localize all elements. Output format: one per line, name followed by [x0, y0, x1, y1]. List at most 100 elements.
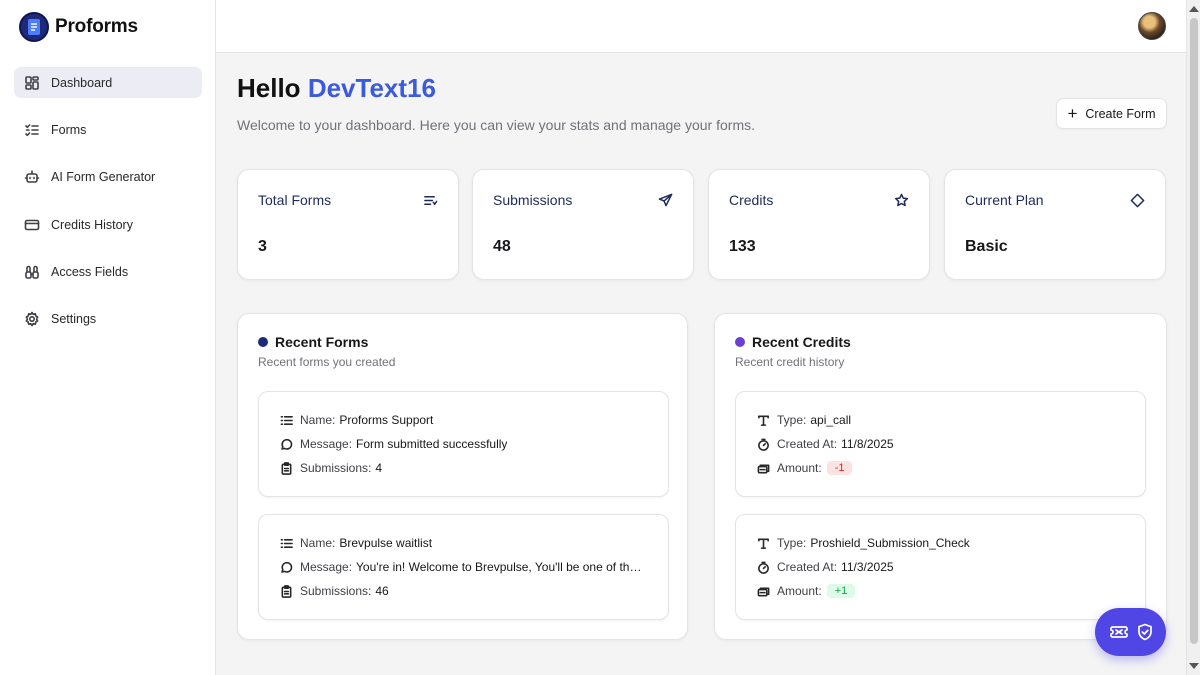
plus-icon: + — [1067, 104, 1078, 123]
form-message: Form submitted successfully — [356, 437, 508, 451]
stat-title: Current Plan — [965, 192, 1044, 208]
form-submissions: 46 — [375, 584, 389, 598]
floating-support-button[interactable] — [1095, 608, 1166, 656]
credit-created-row: Created At: 11/3/2025 — [757, 560, 894, 574]
panel-title: Recent Credits — [735, 334, 851, 350]
sidebar-nav: Dashboard Forms AI Form Generator Credit… — [14, 67, 202, 351]
sidebar-item-ai-form-generator[interactable]: AI Form Generator — [14, 162, 202, 193]
sidebar-item-label: Credits History — [51, 217, 133, 232]
form-submissions: 4 — [375, 461, 383, 475]
field-label: Amount: — [777, 461, 822, 475]
stat-card-total-forms: Total Forms 3 — [237, 169, 459, 280]
form-card[interactable]: Name: Brevpulse waitlist Message: You're… — [258, 514, 669, 620]
stat-value: 48 — [493, 238, 511, 255]
ticket-icon — [1109, 626, 1128, 638]
list-ordered-icon — [280, 537, 293, 550]
credit-type: api_call — [810, 413, 852, 427]
greeting-text: Hello — [237, 73, 301, 103]
stat-value: 3 — [258, 238, 267, 255]
brand[interactable]: Proforms — [0, 0, 215, 53]
sidebar: Proforms Dashboard Forms AI Form Generat… — [0, 0, 216, 675]
clipboard-icon — [280, 461, 293, 475]
form-message-row: Message: You're in! Welcome to Brevpulse… — [280, 560, 644, 574]
create-form-button[interactable]: + Create Form — [1056, 98, 1167, 129]
field-label: Created At: — [777, 560, 838, 574]
sidebar-item-settings[interactable]: Settings — [14, 304, 202, 335]
credit-created-row: Created At: 11/8/2025 — [757, 437, 894, 451]
sidebar-item-label: Settings — [51, 312, 97, 327]
field-label: Amount: — [777, 584, 822, 598]
amount-badge: -1 — [826, 461, 853, 475]
credit-amount-row: Amount: +1 — [757, 584, 856, 598]
stat-card-credits: Credits 133 — [708, 169, 930, 280]
credit-type: Proshield_Submission_Check — [810, 536, 970, 550]
brand-name: Proforms — [55, 15, 138, 37]
dashboard-icon — [24, 75, 40, 91]
credit-card[interactable]: Type: Proshield_Submission_Check Created… — [735, 514, 1146, 620]
field-label: Message: — [300, 437, 353, 451]
recent-forms-panel: Recent Forms Recent forms you created Na… — [237, 313, 688, 640]
stat-card-current-plan: Current Plan Basic — [944, 169, 1166, 280]
form-name: Proforms Support — [339, 413, 434, 427]
panel-subtitle: Recent credit history — [735, 355, 845, 369]
page-scrollbar[interactable] — [1186, 0, 1200, 675]
credit-type-row: Type: api_call — [757, 413, 851, 427]
field-label: Submissions: — [300, 584, 372, 598]
credit-card-icon — [24, 217, 40, 233]
field-label: Submissions: — [300, 461, 372, 475]
field-label: Name: — [300, 536, 336, 550]
stat-title: Submissions — [493, 192, 573, 208]
sidebar-item-label: AI Form Generator — [51, 170, 156, 185]
message-circle-icon — [280, 438, 293, 451]
scroll-down-arrow-icon[interactable] — [1189, 663, 1199, 669]
bot-icon — [24, 169, 40, 185]
stat-title: Credits — [729, 192, 774, 208]
stat-card-submissions: Submissions 48 — [472, 169, 694, 280]
top-bar — [216, 0, 1186, 53]
dot-icon — [735, 337, 745, 347]
field-label: Created At: — [777, 437, 838, 451]
sidebar-item-credits-history[interactable]: Credits History — [14, 209, 202, 240]
field-label: Name: — [300, 413, 336, 427]
stat-value: Basic — [965, 238, 1008, 255]
sidebar-item-forms[interactable]: Forms — [14, 114, 202, 145]
list-ordered-icon — [280, 414, 293, 427]
coins-icon — [757, 462, 770, 475]
user-avatar[interactable] — [1138, 12, 1166, 40]
field-label: Type: — [777, 536, 807, 550]
stat-value: 133 — [729, 238, 756, 255]
field-label: Message: — [300, 560, 353, 574]
form-name: Brevpulse waitlist — [339, 536, 433, 550]
credit-card[interactable]: Type: api_call Created At: 11/8/2025 Amo… — [735, 391, 1146, 497]
form-submissions-row: Submissions: 46 — [280, 584, 389, 598]
panel-subtitle: Recent forms you created — [258, 355, 396, 369]
type-icon — [757, 537, 770, 550]
dot-icon — [258, 337, 268, 347]
message-circle-icon — [280, 561, 293, 574]
create-form-label: Create Form — [1085, 106, 1156, 121]
list-icon — [24, 122, 40, 138]
credit-created-at: 11/3/2025 — [841, 560, 894, 574]
panel-title-text: Recent Credits — [752, 334, 851, 350]
scroll-thumb[interactable] — [1190, 18, 1198, 644]
star-icon — [894, 193, 909, 208]
type-icon — [757, 414, 770, 427]
list-filter-icon — [423, 193, 438, 208]
stat-title: Total Forms — [258, 192, 332, 208]
shield-check-icon — [1137, 623, 1152, 641]
sidebar-item-label: Forms — [51, 122, 87, 137]
clipboard-icon — [280, 584, 293, 598]
sidebar-item-label: Access Fields — [51, 265, 129, 280]
panel-title-text: Recent Forms — [275, 334, 369, 350]
field-label: Type: — [777, 413, 807, 427]
username: DevText16 — [307, 73, 436, 103]
form-message: You're in! Welcome to Brevpulse, You'll … — [356, 560, 644, 574]
credit-amount-row: Amount: -1 — [757, 461, 853, 475]
sidebar-item-dashboard[interactable]: Dashboard — [14, 67, 202, 98]
scroll-up-arrow-icon[interactable] — [1189, 6, 1199, 12]
form-message-row: Message: Form submitted successfully — [280, 437, 507, 451]
timer-icon — [757, 438, 770, 451]
form-card[interactable]: Name: Proforms Support Message: Form sub… — [258, 391, 669, 497]
sidebar-item-access-fields[interactable]: Access Fields — [14, 257, 202, 288]
timer-icon — [757, 561, 770, 574]
